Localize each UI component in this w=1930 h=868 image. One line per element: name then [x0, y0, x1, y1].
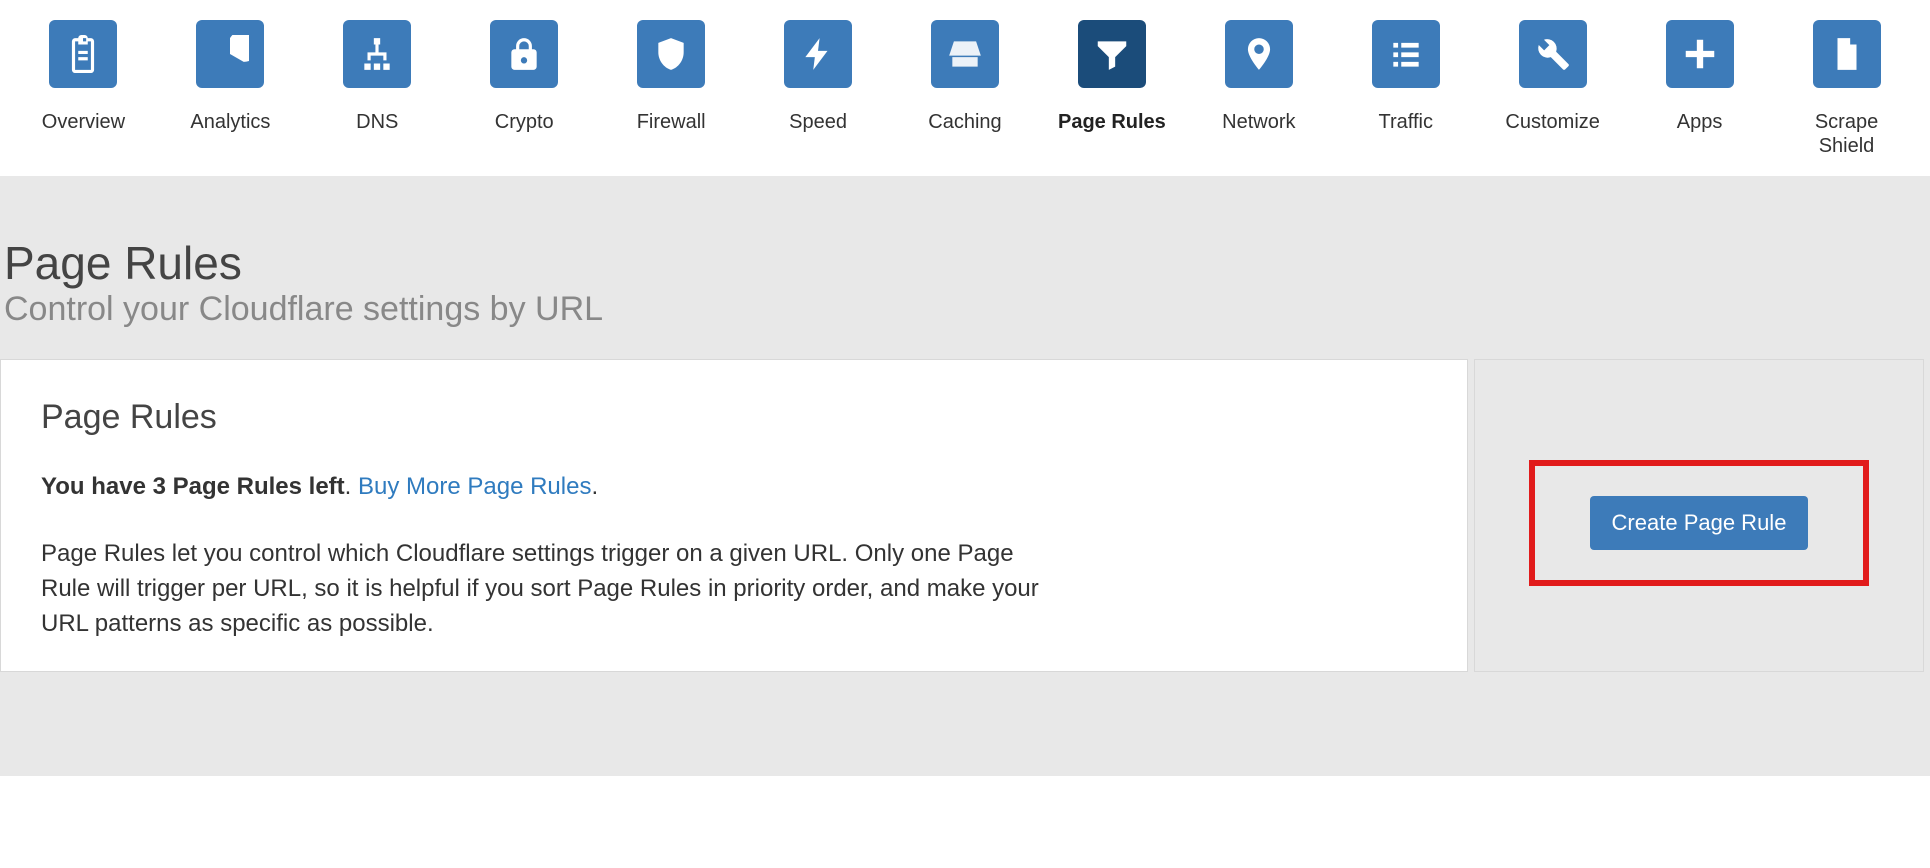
nav-item-traffic[interactable]: Traffic: [1351, 20, 1461, 158]
nav-label: Apps: [1677, 110, 1723, 134]
clipboard-icon: [49, 20, 117, 88]
nav-item-network[interactable]: Network: [1204, 20, 1314, 158]
top-nav: Overview Analytics DNS Crypto Firewall Speed C…: [0, 0, 1930, 176]
rules-remaining-period: .: [345, 473, 358, 500]
create-rule-panel: Create Page Rule: [1474, 359, 1924, 672]
page-rules-card: Page Rules You have 3 Page Rules left. B…: [0, 359, 1468, 672]
cards-row: Page Rules You have 3 Page Rules left. B…: [0, 359, 1924, 672]
nav-label: Speed: [789, 110, 847, 134]
highlight-box: Create Page Rule: [1529, 460, 1870, 586]
nav-item-dns[interactable]: DNS: [322, 20, 432, 158]
rules-remaining-line: You have 3 Page Rules left. Buy More Pag…: [41, 473, 1427, 501]
card-title: Page Rules: [41, 398, 1427, 437]
bolt-icon: [784, 20, 852, 88]
nav-item-scrape-shield[interactable]: Scrape Shield: [1792, 20, 1902, 158]
nav-item-firewall[interactable]: Firewall: [616, 20, 726, 158]
nav-item-overview[interactable]: Overview: [28, 20, 138, 158]
pie-chart-icon: [196, 20, 264, 88]
nav-label: Network: [1222, 110, 1295, 134]
nav-item-caching[interactable]: Caching: [910, 20, 1020, 158]
page-subtitle: Control your Cloudflare settings by URL: [0, 290, 1924, 359]
nav-label: Caching: [928, 110, 1001, 134]
page-rules-description: Page Rules let you control which Cloudfl…: [41, 537, 1051, 641]
nav-item-analytics[interactable]: Analytics: [175, 20, 285, 158]
sitemap-icon: [343, 20, 411, 88]
create-page-rule-button[interactable]: Create Page Rule: [1590, 496, 1809, 550]
wrench-icon: [1519, 20, 1587, 88]
nav-item-crypto[interactable]: Crypto: [469, 20, 579, 158]
nav-label: DNS: [356, 110, 398, 134]
nav-item-page-rules[interactable]: Page Rules: [1057, 20, 1167, 158]
nav-label: Customize: [1505, 110, 1599, 134]
nav-label: Traffic: [1379, 110, 1433, 134]
list-icon: [1372, 20, 1440, 88]
nav-label: Crypto: [495, 110, 554, 134]
nav-item-apps[interactable]: Apps: [1645, 20, 1755, 158]
document-icon: [1813, 20, 1881, 88]
buy-more-link[interactable]: Buy More Page Rules: [358, 473, 591, 500]
shield-icon: [637, 20, 705, 88]
nav-item-customize[interactable]: Customize: [1498, 20, 1608, 158]
drive-icon: [931, 20, 999, 88]
pin-icon: [1225, 20, 1293, 88]
nav-label: Firewall: [637, 110, 706, 134]
rules-remaining-bold: You have 3 Page Rules left: [41, 473, 345, 500]
nav-label: Overview: [42, 110, 125, 134]
trailing-period: .: [591, 473, 598, 500]
nav-item-speed[interactable]: Speed: [763, 20, 873, 158]
lock-icon: [490, 20, 558, 88]
nav-label: Scrape Shield: [1792, 110, 1902, 158]
page-title: Page Rules: [0, 216, 1924, 290]
nav-label: Analytics: [190, 110, 270, 134]
plus-icon: [1666, 20, 1734, 88]
nav-label: Page Rules: [1058, 110, 1166, 134]
content-area: Page Rules Control your Cloudflare setti…: [0, 176, 1930, 776]
funnel-icon: [1078, 20, 1146, 88]
